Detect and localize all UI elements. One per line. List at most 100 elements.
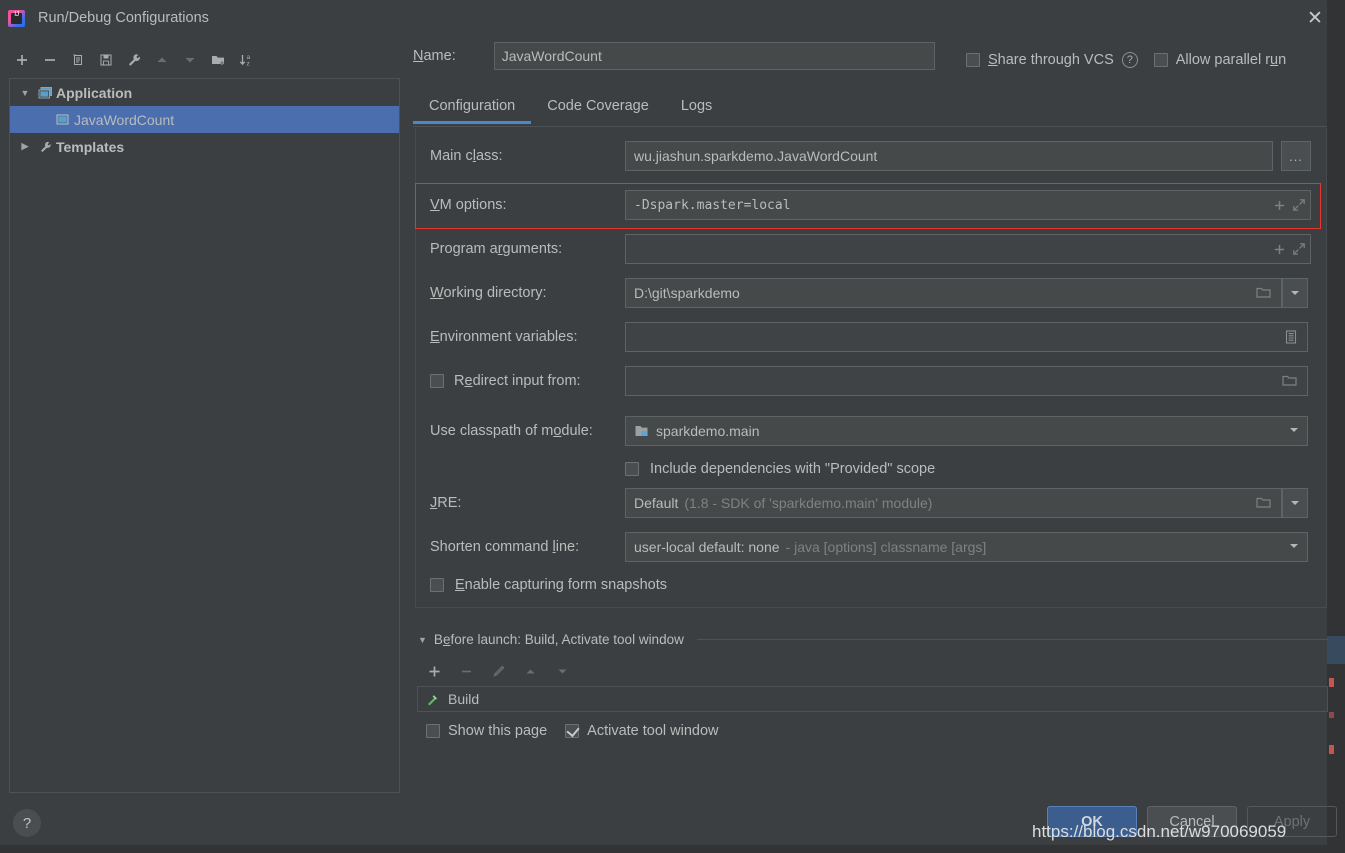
chevron-down-icon[interactable] [1289,426,1299,437]
folder-icon[interactable] [1282,374,1297,390]
jre-dropdown-button[interactable] [1282,488,1308,518]
tree-item-label: Application [56,84,133,101]
env-list-icon[interactable] [1285,330,1297,347]
share-vcs-help-icon[interactable]: ? [1121,52,1138,68]
folder-icon[interactable] [1256,286,1271,302]
jre-select[interactable]: Default (1.8 - SDK of 'sparkdemo.main' m… [625,488,1282,518]
form-snapshots-label: Enable capturing form snapshots [455,577,667,593]
vm-options-input[interactable]: -Dspark.master=local [625,190,1311,220]
add-task-button[interactable] [420,657,448,685]
module-icon [634,424,649,438]
checkbox-box[interactable] [565,724,580,738]
remove-task-button[interactable] [452,657,480,685]
share-through-vcs-label: Share through VCS [988,52,1114,68]
main-class-browse-button[interactable]: ... [1281,141,1311,171]
move-down-button[interactable] [176,46,204,74]
checkbox-box[interactable] [1153,53,1168,67]
wrench-icon[interactable] [120,46,148,74]
tab-logs[interactable]: Logs [665,94,728,123]
before-launch-header: ▼ Before launch: Build, Activate tool wi… [418,632,1328,647]
sort-az-icon[interactable]: a z [232,46,260,74]
jre-label: JRE: [430,495,462,511]
help-button[interactable]: ? [13,809,41,837]
checkbox-box[interactable] [426,724,440,738]
show-this-page-checkbox[interactable]: Show this page [426,723,547,739]
program-arguments-input[interactable] [625,234,1311,264]
environment-variables-row: Environment variables: [416,322,1328,352]
working-directory-dropdown-button[interactable] [1282,278,1308,308]
jre-row: JRE: Default (1.8 - SDK of 'sparkdemo.ma… [416,488,1328,518]
pencil-icon[interactable] [484,657,512,685]
expand-diagonal-icon[interactable] [1292,198,1306,212]
include-provided-checkbox[interactable]: Include dependencies with "Provided" sco… [625,461,935,477]
move-up-button[interactable] [148,46,176,74]
working-directory-input[interactable]: D:\git\sparkdemo [625,278,1282,308]
build-hammer-icon [425,692,440,707]
tree-item-templates[interactable]: ▶ Templates [10,133,399,160]
activate-tool-window-label: Activate tool window [587,723,719,739]
task-move-down-button[interactable] [548,657,576,685]
chevron-down-icon[interactable] [1289,542,1299,553]
close-icon[interactable]: ✕ [1303,6,1327,30]
folder-add-icon[interactable] [204,46,232,74]
checkbox-box[interactable] [966,53,980,67]
form-snapshots-row: Enable capturing form snapshots [430,570,667,600]
form-snapshots-checkbox[interactable]: Enable capturing form snapshots [430,577,667,593]
tree-item-javawordcount[interactable]: JavaWordCount [10,106,399,133]
activate-tool-window-checkbox[interactable]: Activate tool window [565,723,719,739]
section-divider [696,639,1328,640]
tree-item-label: JavaWordCount [74,111,175,128]
main-class-input[interactable]: wu.jiashun.sparkdemo.JavaWordCount [625,141,1273,171]
classpath-module-row: Use classpath of module: sparkdemo.main [416,416,1328,446]
application-icon [34,86,56,100]
before-launch-task-list[interactable]: Build [417,686,1328,712]
backdrop-error-marker [1329,678,1334,687]
share-through-vcs-checkbox[interactable]: Share through VCS ? [966,52,1138,68]
environment-variables-label: Environment variables: [430,329,578,345]
cancel-button[interactable]: Cancel [1147,806,1237,837]
run-config-icon [52,113,74,126]
redirect-input-checkbox[interactable]: Redirect input from: [430,373,581,389]
shorten-command-line-select[interactable]: user-local default: none - java [options… [625,532,1308,562]
svg-text:z: z [246,61,249,68]
classpath-module-label: Use classpath of module: [430,423,593,439]
save-configuration-button[interactable] [92,46,120,74]
checkbox-box[interactable] [625,462,639,476]
expand-diagonal-icon[interactable] [1292,242,1306,256]
checkbox-box[interactable] [430,374,444,388]
classpath-module-select[interactable]: sparkdemo.main [625,416,1308,446]
include-provided-row: Include dependencies with "Provided" sco… [625,454,935,484]
tree-item-application[interactable]: ▼ Application [10,79,399,106]
chevron-down-icon[interactable]: ▼ [418,635,427,645]
apply-button[interactable]: Apply [1247,806,1337,837]
environment-variables-input[interactable] [625,322,1308,352]
insert-macro-plus-icon[interactable] [1273,199,1286,212]
configurations-tree[interactable]: ▼ Application JavaWordCount ▶ Templates [9,78,400,793]
name-input[interactable] [493,42,935,70]
before-launch-title: Before launch: Build, Activate tool wind… [433,632,684,647]
checkbox-box[interactable] [430,578,444,592]
tab-configuration[interactable]: Configuration [413,94,532,124]
titlebar: Run/Debug Configurations ✕ [0,0,1345,36]
copy-configuration-button[interactable] [64,46,92,74]
add-configuration-button[interactable] [8,46,36,74]
program-arguments-label: Program arguments: [430,241,563,257]
before-launch-options: Show this page Activate tool window [426,723,719,739]
ok-button[interactable]: OK [1047,806,1137,837]
chevron-down-icon[interactable]: ▼ [16,88,34,98]
insert-macro-plus-icon[interactable] [1273,243,1286,256]
task-move-up-button[interactable] [516,657,544,685]
working-directory-row: Working directory: D:\git\sparkdemo [416,278,1328,308]
allow-parallel-run-checkbox[interactable]: Allow parallel run [1153,52,1286,68]
redirect-input-path-input[interactable] [625,366,1308,396]
chevron-right-icon[interactable]: ▶ [16,141,34,152]
tab-code-coverage[interactable]: Code Coverage [531,94,665,123]
remove-configuration-button[interactable] [36,46,64,74]
vm-options-row: VM options: -Dspark.master=local [416,190,1328,220]
program-arguments-row: Program arguments: [416,234,1328,264]
editor-backdrop-strip [1327,0,1345,853]
main-class-label: Main class: [430,148,503,164]
config-header: Name: Share through VCS ? Allow parallel… [413,42,1327,70]
folder-icon[interactable] [1256,496,1271,512]
main-class-row: Main class: wu.jiashun.sparkdemo.JavaWor… [416,141,1328,171]
